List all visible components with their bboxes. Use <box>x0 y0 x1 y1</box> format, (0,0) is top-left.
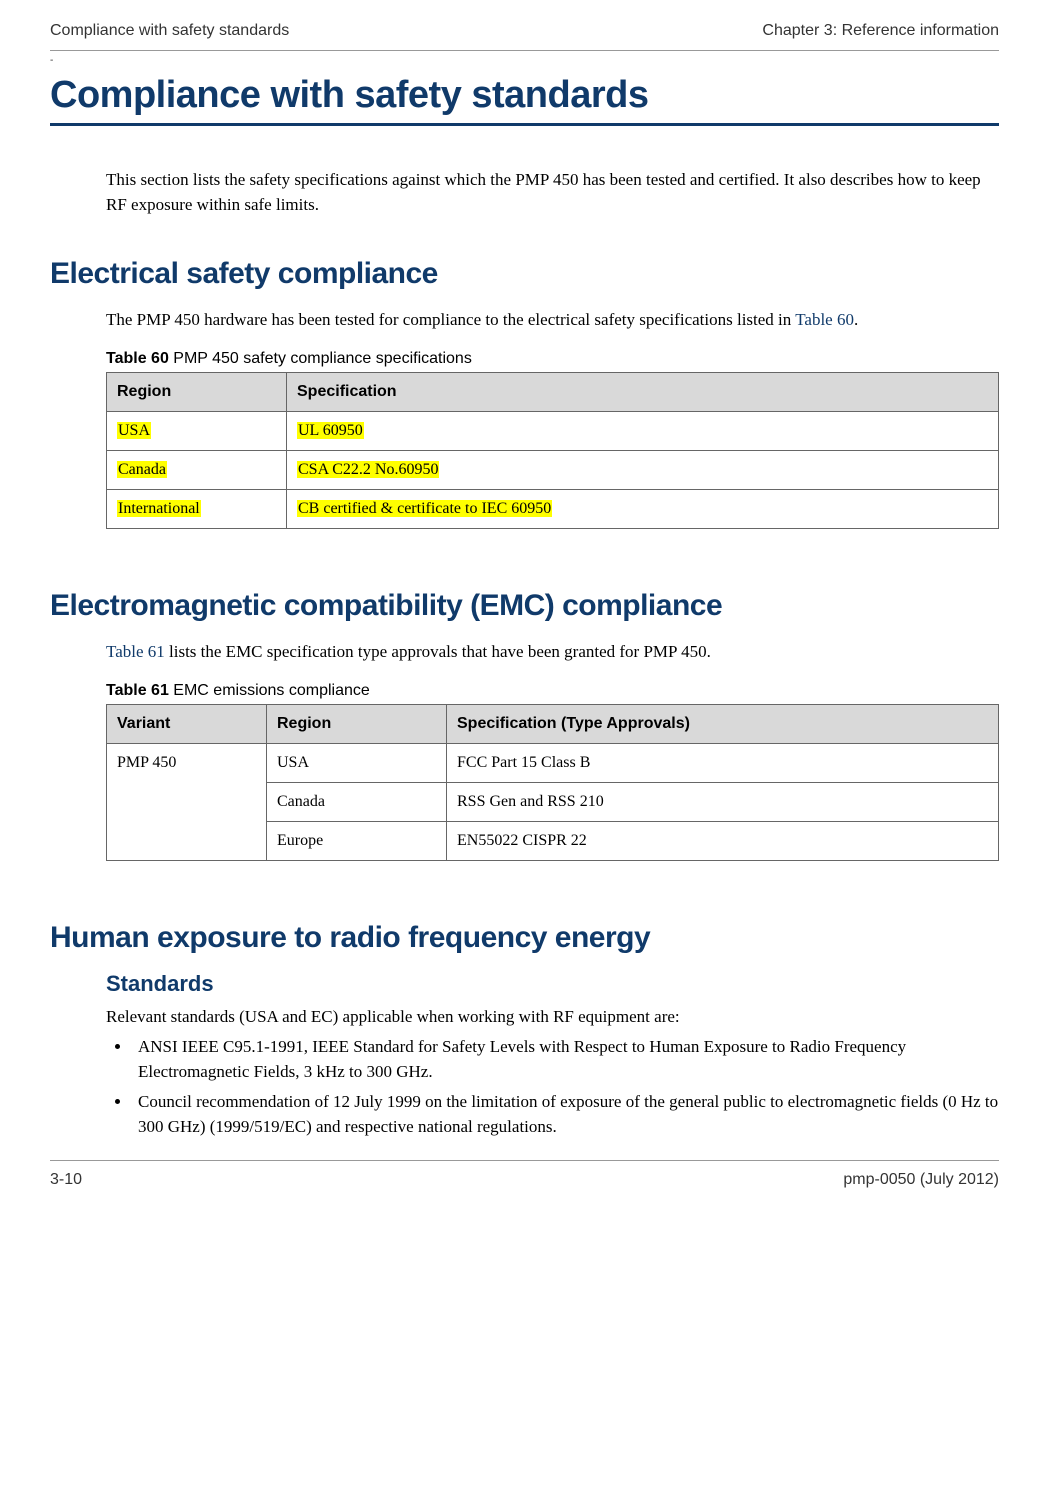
table61-caption-bold: Table 61 <box>106 682 169 699</box>
table61-caption-rest: EMC emissions compliance <box>169 682 370 699</box>
cell-spec: CSA C22.2 No.60950 <box>287 450 999 489</box>
cell-spec: EN55022 CISPR 22 <box>447 821 999 860</box>
section-rf-exposure: Human exposure to radio frequency energy <box>50 921 999 955</box>
page: Compliance with safety standards Chapter… <box>0 0 1049 1512</box>
table61: Variant Region Specification (Type Appro… <box>106 704 999 861</box>
hl-text: USA <box>117 422 151 439</box>
s1-para: The PMP 450 hardware has been tested for… <box>106 308 999 333</box>
table61-caption: Table 61 EMC emissions compliance <box>106 682 999 700</box>
header-left: Compliance with safety standards <box>50 22 289 40</box>
hl-text: International <box>117 500 201 517</box>
list-item: Council recommendation of 12 July 1999 o… <box>132 1090 999 1139</box>
cell-spec: RSS Gen and RSS 210 <box>447 782 999 821</box>
subsection-standards: Standards <box>106 971 999 997</box>
table-header-row: Region Specification <box>107 372 999 411</box>
s3-intro: Relevant standards (USA and EC) applicab… <box>106 1005 999 1030</box>
th-spec: Specification (Type Approvals) <box>447 704 999 743</box>
section1-body: The PMP 450 hardware has been tested for… <box>106 308 999 529</box>
header-right: Chapter 3: Reference information <box>762 22 999 40</box>
cell-region: Canada <box>107 450 287 489</box>
page-title: Compliance with safety standards <box>50 74 999 126</box>
footer-right: pmp-0050 (July 2012) <box>843 1171 999 1189</box>
hl-text: UL 60950 <box>297 422 364 439</box>
table-row: International CB certified & certificate… <box>107 489 999 528</box>
cell-region: USA <box>267 743 447 782</box>
table-row: Canada CSA C22.2 No.60950 <box>107 450 999 489</box>
s1-para-b: . <box>854 310 858 329</box>
th-region: Region <box>107 372 287 411</box>
cell-spec: UL 60950 <box>287 411 999 450</box>
running-header: Compliance with safety standards Chapter… <box>50 20 999 51</box>
intro-block: This section lists the safety specificat… <box>106 168 999 217</box>
th-region: Region <box>267 704 447 743</box>
hl-text: Canada <box>117 461 167 478</box>
section-electrical-safety: Electrical safety compliance <box>50 257 999 291</box>
table-row: USA UL 60950 <box>107 411 999 450</box>
xref-table61[interactable]: Table 61 <box>106 642 165 661</box>
table-row: PMP 450 USA FCC Part 15 Class B <box>107 743 999 782</box>
table60-caption-rest: PMP 450 safety compliance specifications <box>169 350 472 367</box>
table60-caption: Table 60 PMP 450 safety compliance speci… <box>106 350 999 368</box>
cell-spec: CB certified & certificate to IEC 60950 <box>287 489 999 528</box>
hl-text: CB certified & certificate to IEC 60950 <box>297 500 552 517</box>
cell-region: International <box>107 489 287 528</box>
cell-region: Europe <box>267 821 447 860</box>
table-header-row: Variant Region Specification (Type Appro… <box>107 704 999 743</box>
cell-variant: PMP 450 <box>107 743 267 860</box>
cell-region: Canada <box>267 782 447 821</box>
th-spec: Specification <box>287 372 999 411</box>
th-variant: Variant <box>107 704 267 743</box>
cell-region: USA <box>107 411 287 450</box>
s2-para-rest: lists the EMC specification type approva… <box>165 642 711 661</box>
list-item: ANSI IEEE C95.1-1991, IEEE Standard for … <box>132 1035 999 1084</box>
dash-mark: - <box>50 55 999 66</box>
s1-para-a: The PMP 450 hardware has been tested for… <box>106 310 795 329</box>
intro-text: This section lists the safety specificat… <box>106 168 999 217</box>
standards-list: ANSI IEEE C95.1-1991, IEEE Standard for … <box>106 1035 999 1140</box>
cell-spec: FCC Part 15 Class B <box>447 743 999 782</box>
table60: Region Specification USA UL 60950 Canada… <box>106 372 999 529</box>
table60-caption-bold: Table 60 <box>106 350 169 367</box>
footer-left: 3-10 <box>50 1171 82 1189</box>
xref-table60[interactable]: Table 60 <box>795 310 854 329</box>
section2-body: Table 61 lists the EMC specification typ… <box>106 640 999 861</box>
section-emc: Electromagnetic compatibility (EMC) comp… <box>50 589 999 623</box>
hl-text: CSA C22.2 No.60950 <box>297 461 439 478</box>
section3-body: Standards Relevant standards (USA and EC… <box>106 971 999 1140</box>
footer: 3-10 pmp-0050 (July 2012) <box>50 1161 999 1189</box>
s2-para: Table 61 lists the EMC specification typ… <box>106 640 999 665</box>
